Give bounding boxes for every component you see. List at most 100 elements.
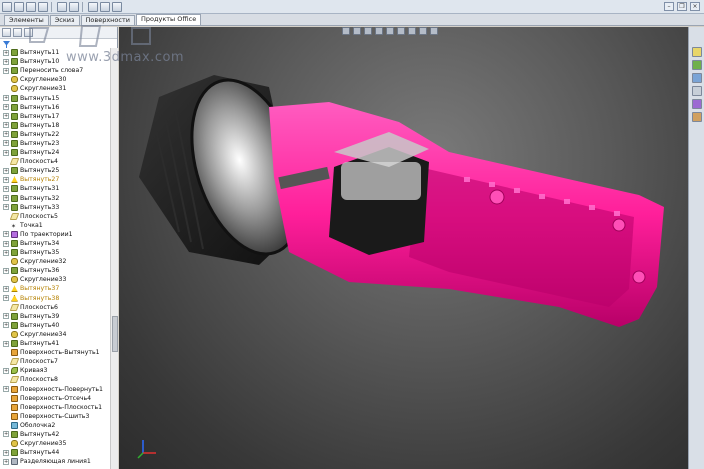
expand-icon[interactable]: + xyxy=(3,204,9,211)
filter-icon[interactable] xyxy=(3,40,10,48)
expand-icon[interactable]: + xyxy=(3,449,9,456)
tree-item[interactable]: Скругление33 xyxy=(0,275,110,284)
tree-item[interactable]: + Вытянуть44 xyxy=(0,448,110,457)
expand-icon[interactable]: + xyxy=(3,67,9,74)
tree-item[interactable]: + Вытянуть24 xyxy=(0,148,110,157)
tree-item[interactable]: + Разделяющая линия1 xyxy=(0,457,110,466)
tree-item[interactable]: Скругление34 xyxy=(0,330,110,339)
tree-item[interactable]: Скругление35 xyxy=(0,439,110,448)
tree-item[interactable]: + Вытянуть23 xyxy=(0,139,110,148)
tree-item[interactable]: + Вытянуть31 xyxy=(0,184,110,193)
expand-icon[interactable]: + xyxy=(3,104,9,111)
expand-icon[interactable]: + xyxy=(3,367,9,374)
select-icon[interactable] xyxy=(69,1,79,12)
tree-item[interactable]: Оболочка2 xyxy=(0,421,110,430)
appearance-icon[interactable] xyxy=(419,27,427,35)
tree-item[interactable]: + Вытянуть15 xyxy=(0,93,110,102)
tree-item[interactable]: + Вытянуть34 xyxy=(0,239,110,248)
zoom-area-icon[interactable] xyxy=(353,27,361,35)
close-icon[interactable]: × xyxy=(690,2,700,11)
view-palette-icon[interactable] xyxy=(691,86,702,96)
tree-item[interactable]: Поверхность-Плоскость1 xyxy=(0,403,110,412)
rebuild-icon[interactable] xyxy=(88,1,98,12)
expand-icon[interactable]: + xyxy=(3,313,9,320)
tree-item[interactable]: + Вытянуть17 xyxy=(0,112,110,121)
expand-icon[interactable]: + xyxy=(3,267,9,274)
tab-2[interactable]: Эскиз xyxy=(49,15,80,25)
tree-item[interactable]: + Вытянуть35 xyxy=(0,248,110,257)
tree-item[interactable]: + Вытянуть39 xyxy=(0,312,110,321)
view-orientation-icon[interactable] xyxy=(386,27,394,35)
expand-icon[interactable]: + xyxy=(3,185,9,192)
tree-item[interactable]: + Вытянуть33 xyxy=(0,203,110,212)
design-library-icon[interactable] xyxy=(691,60,702,70)
section-view-icon[interactable] xyxy=(375,27,383,35)
expand-icon[interactable]: + xyxy=(3,431,9,438)
tree-item[interactable]: Плоскость6 xyxy=(0,303,110,312)
expand-icon[interactable]: + xyxy=(3,458,9,465)
expand-icon[interactable]: + xyxy=(3,167,9,174)
expand-icon[interactable]: + xyxy=(3,149,9,156)
tree-item[interactable]: Скругление31 xyxy=(0,84,110,93)
expand-icon[interactable]: + xyxy=(3,231,9,238)
tree-item[interactable]: Точка1 xyxy=(0,221,110,230)
tree-item[interactable]: + Вытянуть27 xyxy=(0,175,110,184)
tree-item[interactable]: Плоскость7 xyxy=(0,357,110,366)
tab-4[interactable]: Продукты Office xyxy=(135,14,202,25)
print-icon[interactable] xyxy=(38,1,48,12)
expand-icon[interactable]: + xyxy=(3,122,9,129)
expand-icon[interactable]: + xyxy=(3,95,9,102)
appearances-icon[interactable] xyxy=(691,99,702,109)
tree-item[interactable]: + Вытянуть36 xyxy=(0,266,110,275)
expand-icon[interactable]: + xyxy=(3,386,9,393)
expand-icon[interactable]: + xyxy=(3,140,9,147)
tab-3[interactable]: Поверхности xyxy=(80,15,135,25)
tree-item[interactable]: + По траектории1 xyxy=(0,230,110,239)
expand-icon[interactable]: + xyxy=(3,195,9,202)
tree-item[interactable]: + Вытянуть18 xyxy=(0,121,110,130)
help-icon[interactable] xyxy=(112,1,122,12)
tree-item[interactable]: + Вытянуть38 xyxy=(0,294,110,303)
tree-item[interactable]: Скругление30 xyxy=(0,75,110,84)
expand-icon[interactable]: + xyxy=(3,131,9,138)
expand-icon[interactable]: + xyxy=(3,249,9,256)
undo-icon[interactable] xyxy=(57,1,67,12)
expand-icon[interactable]: + xyxy=(3,113,9,120)
tree-item[interactable]: Поверхность-Вытянуть1 xyxy=(0,348,110,357)
tree-item[interactable]: + Переносить слова7 xyxy=(0,66,110,75)
expand-icon[interactable]: + xyxy=(3,176,9,183)
feature-tree-icon[interactable] xyxy=(2,28,11,37)
save-icon[interactable] xyxy=(26,1,36,12)
hide-show-icon[interactable] xyxy=(408,27,416,35)
expand-icon[interactable]: + xyxy=(3,295,9,302)
tree-item[interactable]: + Вытянуть22 xyxy=(0,130,110,139)
tree-item[interactable]: Скругление32 xyxy=(0,257,110,266)
tree-item[interactable]: + Вытянуть10 xyxy=(0,57,110,66)
configuration-manager-icon[interactable] xyxy=(24,28,33,37)
scene-icon[interactable] xyxy=(430,27,438,35)
tree-item[interactable]: + Вытянуть41 xyxy=(0,339,110,348)
custom-properties-icon[interactable] xyxy=(691,112,702,122)
tree-item[interactable]: + Вытянуть25 xyxy=(0,166,110,175)
minimize-icon[interactable]: – xyxy=(664,2,674,11)
restore-icon[interactable]: ❐ xyxy=(677,2,687,11)
expand-icon[interactable]: + xyxy=(3,58,9,65)
property-manager-icon[interactable] xyxy=(13,28,22,37)
tree-item[interactable]: Плоскость4 xyxy=(0,157,110,166)
expand-icon[interactable]: + xyxy=(3,49,9,56)
prev-view-icon[interactable] xyxy=(364,27,372,35)
graphics-area[interactable] xyxy=(119,27,688,469)
tree-item[interactable]: + Вытянуть11 xyxy=(0,48,110,57)
open-icon[interactable] xyxy=(14,1,24,12)
tree-item[interactable]: + Поверхность-Повернуть1 xyxy=(0,384,110,393)
tree-item[interactable]: + Вытянуть32 xyxy=(0,194,110,203)
display-style-icon[interactable] xyxy=(397,27,405,35)
tree-item[interactable]: + Вытянуть16 xyxy=(0,103,110,112)
expand-icon[interactable]: + xyxy=(3,340,9,347)
options-icon[interactable] xyxy=(100,1,110,12)
expand-icon[interactable]: + xyxy=(3,240,9,247)
tree-item[interactable]: Плоскость5 xyxy=(0,212,110,221)
file-explorer-icon[interactable] xyxy=(691,73,702,83)
tree-item[interactable]: + Кривая3 xyxy=(0,366,110,375)
tab-1[interactable]: Элементы xyxy=(4,15,49,25)
